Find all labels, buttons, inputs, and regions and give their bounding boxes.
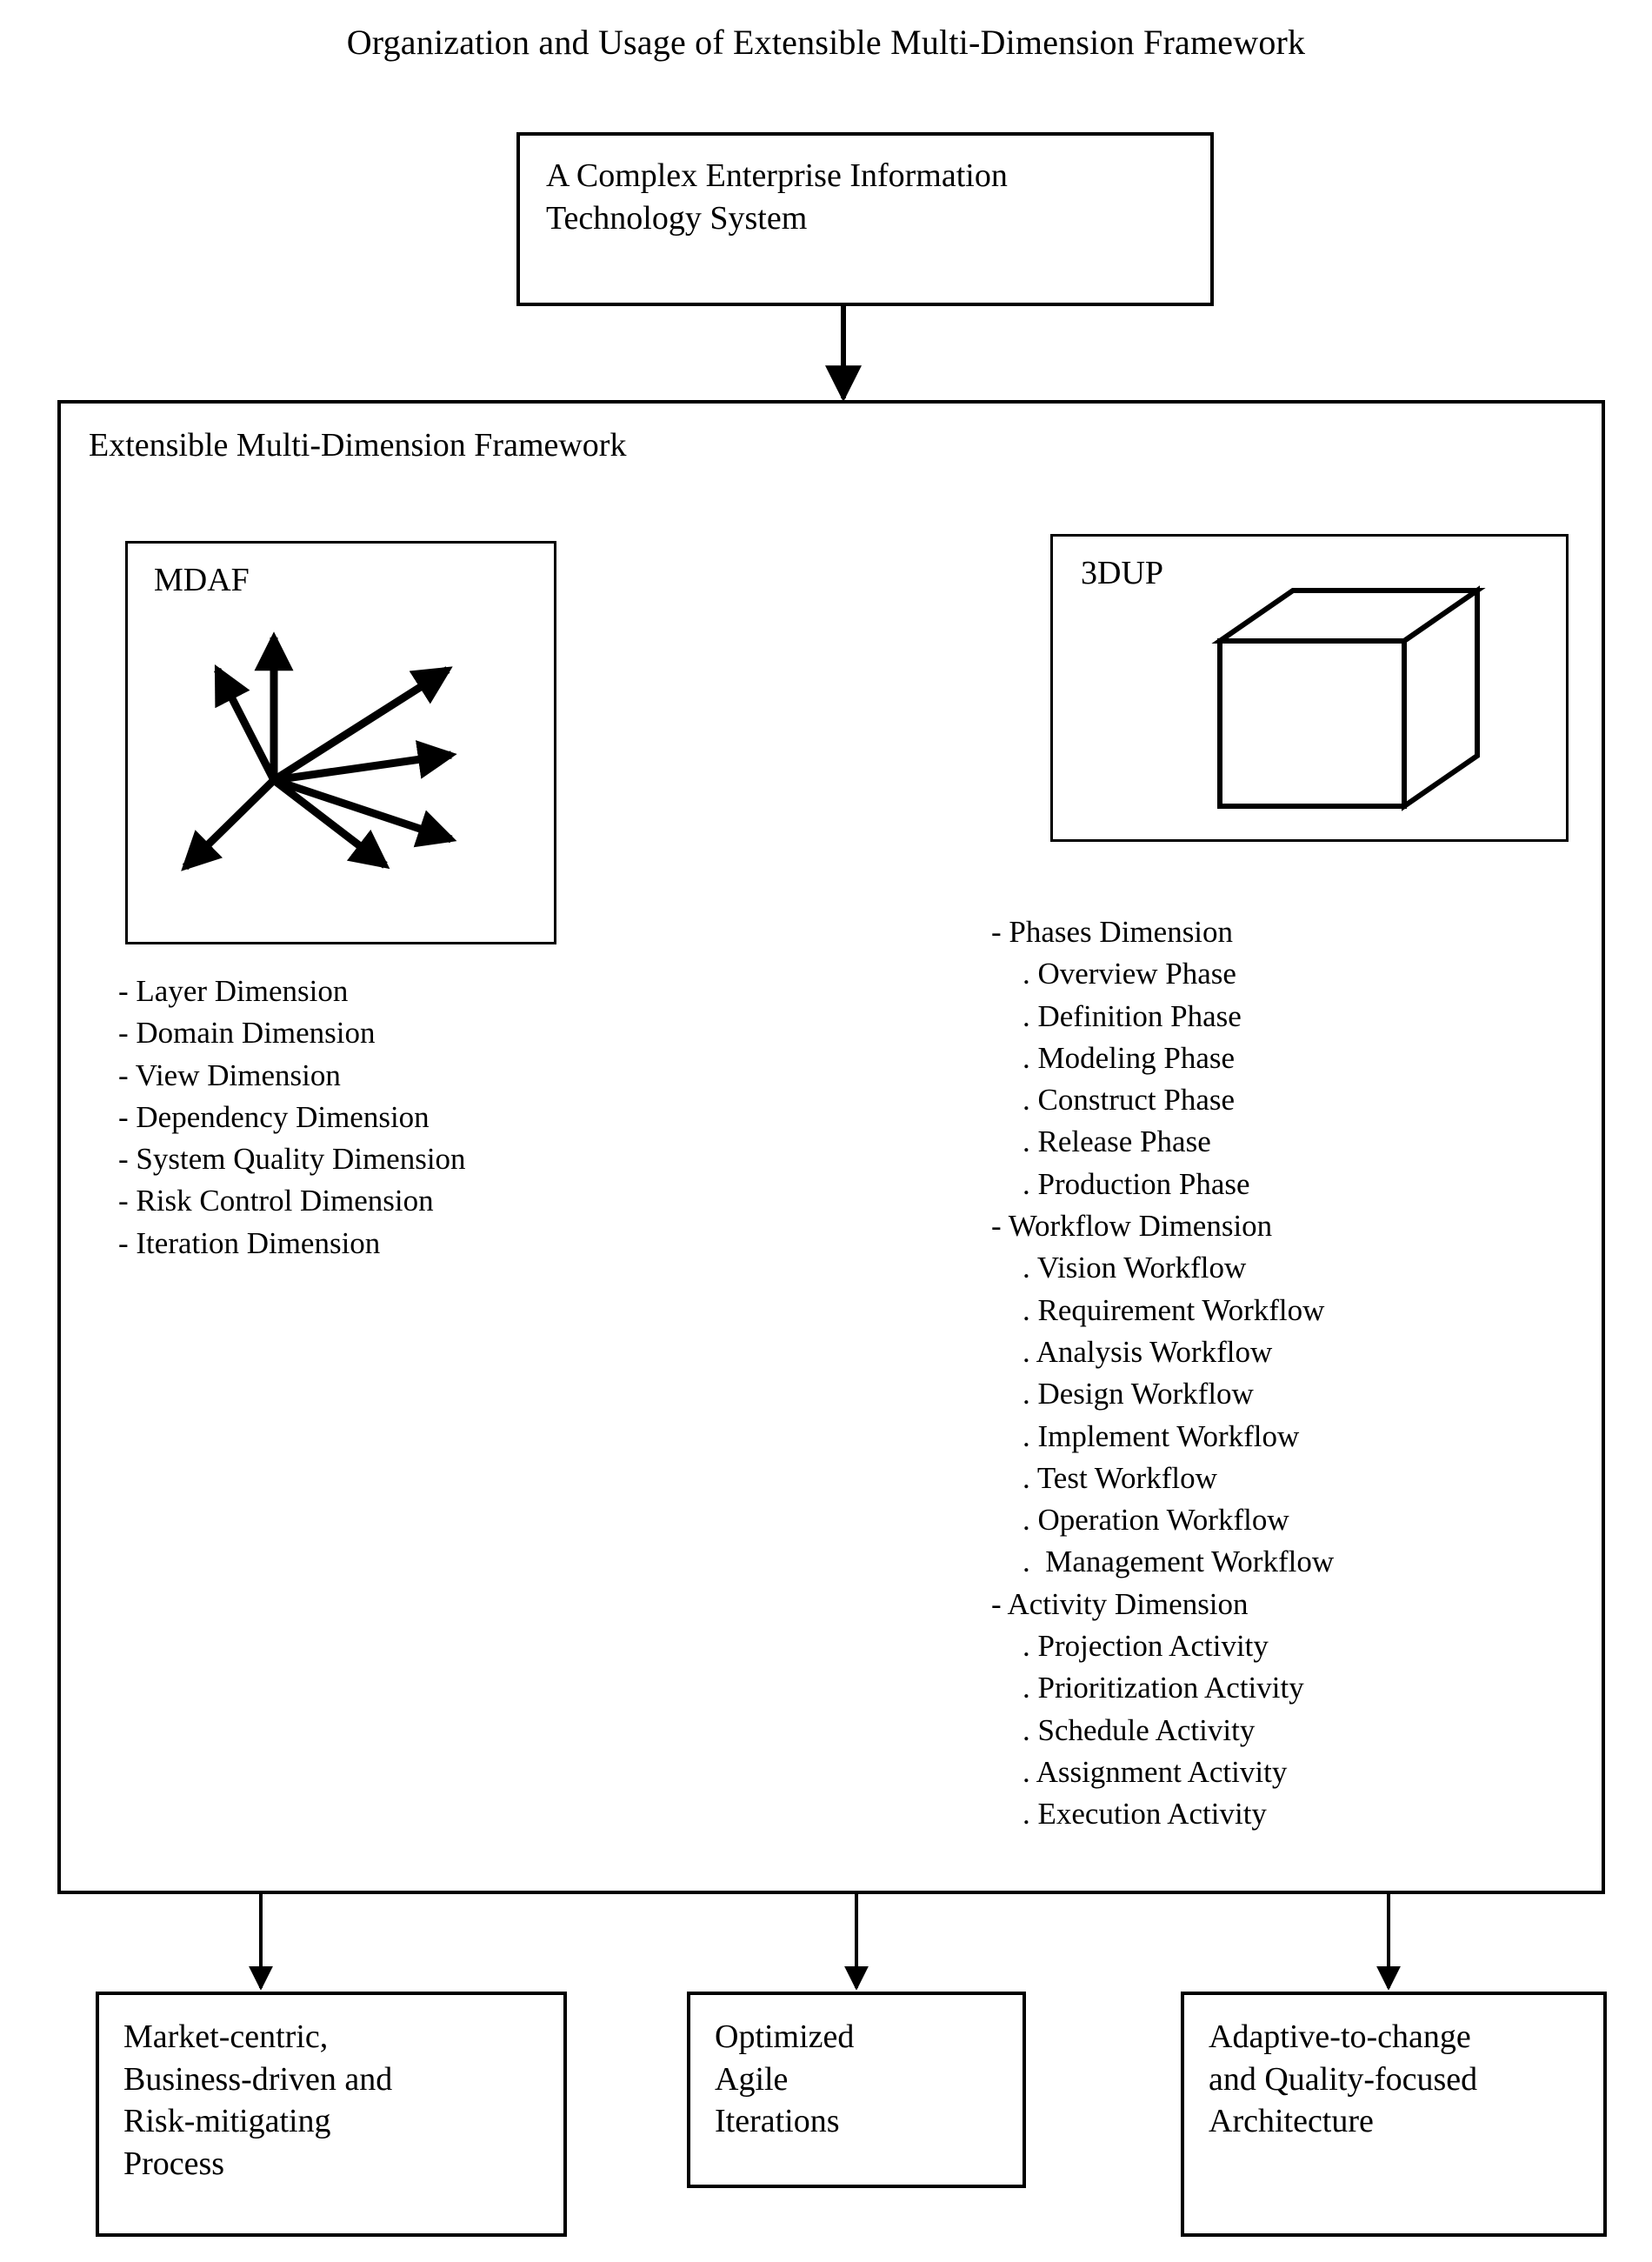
list-item: - Risk Control Dimension [118,1184,434,1218]
list-item: - Domain Dimension [118,1016,376,1051]
list-item: . Test Workflow [1023,1460,1217,1495]
framework-box-label: Extensible Multi-Dimension Framework [89,427,627,464]
list-item: . Execution Activity [1023,1797,1267,1832]
mdaf-box: MDAF [125,541,556,944]
list-item: - Iteration Dimension [118,1225,381,1260]
list-item: . Schedule Activity [1023,1712,1256,1747]
list-item: - System Quality Dimension [118,1142,466,1177]
page-title: Organization and Usage of Extensible Mul… [346,23,1306,62]
list-item: - View Dimension [118,1058,341,1092]
outcome-box-architecture: Adaptive-to-change and Quality-focused A… [1181,1992,1607,2237]
list-item: - Layer Dimension [118,974,349,1008]
list-item: . Vision Workflow [1023,1251,1247,1285]
list-group-header: - Phases Dimension [991,915,1234,949]
left-dimension-list: - Layer Dimension - Domain Dimension - V… [118,971,466,1264]
list-item: . Implement Workflow [1023,1418,1300,1453]
list-item: . Construct Phase [1023,1083,1236,1118]
system-box: A Complex Enterprise Information Technol… [516,132,1214,306]
list-item: . Operation Workflow [1023,1503,1289,1538]
outcome-box-iterations-label: Optimized Agile Iterations [715,2018,855,2140]
list-item: . Assignment Activity [1023,1754,1288,1789]
list-item: . Prioritization Activity [1023,1671,1304,1705]
right-dimension-list: - Phases Dimension . Overview Phase . De… [991,911,1334,1836]
diagram-canvas: Organization and Usage of Extensible Mul… [0,0,1652,2262]
outcome-box-architecture-label: Adaptive-to-change and Quality-focused A… [1209,2018,1478,2140]
list-group-header: - Workflow Dimension [991,1209,1273,1244]
list-group-header: - Activity Dimension [991,1586,1249,1621]
list-item: . Design Workflow [1023,1377,1254,1411]
list-item: . Analysis Workflow [1023,1334,1273,1369]
list-item: . Definition Phase [1023,998,1242,1033]
system-box-label: A Complex Enterprise Information Technol… [546,157,1008,237]
tdup-box: 3DUP [1050,534,1569,842]
list-item: . Release Phase [1023,1124,1211,1159]
multi-axis-arrow-star-icon [181,631,457,871]
list-item: . Production Phase [1023,1166,1250,1201]
list-item: . Management Workflow [1023,1545,1335,1579]
tdup-label: 3DUP [1081,555,1164,591]
3d-cube-icon [1211,585,1486,811]
outcome-box-process: Market-centric, Business-driven and Risk… [96,1992,567,2237]
list-item: . Requirement Workflow [1023,1292,1325,1327]
list-item: . Overview Phase [1023,957,1236,991]
list-item: . Modeling Phase [1023,1040,1236,1075]
outcome-box-process-label: Market-centric, Business-driven and Risk… [123,2018,393,2182]
outcome-box-iterations: Optimized Agile Iterations [687,1992,1026,2188]
list-item: . Projection Activity [1023,1629,1269,1664]
list-item: - Dependency Dimension [118,1099,430,1134]
